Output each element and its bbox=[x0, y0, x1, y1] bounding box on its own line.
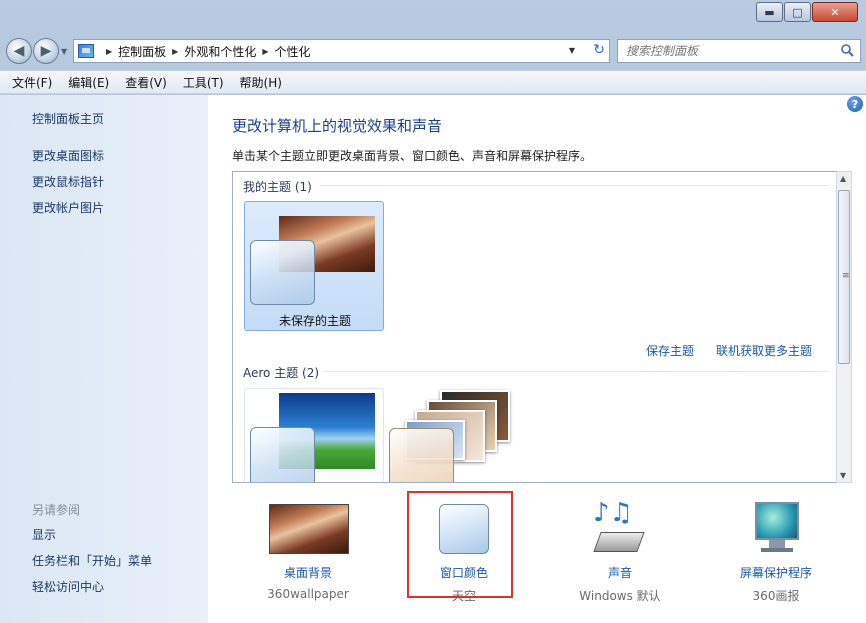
address-dropdown[interactable]: ▼ bbox=[569, 46, 575, 55]
desktop-background-label: 桌面背景 bbox=[283, 566, 332, 580]
see-also-taskbar[interactable]: 任务栏和「开始」菜单 bbox=[32, 552, 152, 569]
theme-color-swatch bbox=[250, 240, 315, 305]
page-description: 单击某个主题立即更改桌面背景、窗口颜色、声音和屏幕保护程序。 bbox=[232, 149, 593, 163]
sound-label: 声音 bbox=[607, 566, 632, 580]
see-also-ease-of-access[interactable]: 轻松访问中心 bbox=[32, 578, 104, 595]
help-icon[interactable]: ? bbox=[847, 96, 863, 112]
my-themes-heading: 我的主题 (1) bbox=[243, 180, 312, 194]
search-icon[interactable] bbox=[841, 44, 854, 57]
forward-button[interactable]: ▶ bbox=[33, 38, 59, 64]
search-input[interactable] bbox=[626, 44, 826, 58]
breadcrumb-control-panel[interactable]: 控制面板 bbox=[118, 43, 166, 60]
screensaver-icon bbox=[735, 502, 817, 556]
scroll-up-arrow-icon[interactable]: ▲ bbox=[840, 174, 846, 183]
maximize-button[interactable]: □ bbox=[784, 2, 811, 22]
address-bar[interactable]: ▶ 控制面板 ▶ 外观和个性化 ▶ 个性化 ▼ ↻ bbox=[73, 39, 610, 63]
sidebar: 控制面板主页 更改桌面图标 更改鼠标指针 更改帐户图片 另请参阅 显示 任务栏和… bbox=[0, 95, 208, 623]
minimize-button[interactable]: ▬ bbox=[756, 2, 783, 22]
control-panel-icon bbox=[78, 44, 94, 58]
scroll-grip-icon: ≡ bbox=[842, 271, 850, 281]
highlight-box bbox=[407, 491, 513, 598]
desktop-background-setting[interactable]: 桌面背景 360wallpaper bbox=[248, 502, 368, 601]
address-row: ◀ ▶ ▼ ▶ 控制面板 ▶ 外观和个性化 ▶ 个性化 ▼ ↻ bbox=[0, 34, 866, 66]
screensaver-label: 屏幕保护程序 bbox=[739, 566, 812, 580]
theme-tile-label: 未保存的主题 bbox=[278, 314, 351, 328]
sound-icon: ♪♫ bbox=[579, 498, 661, 556]
breadcrumb-appearance[interactable]: 外观和个性化 bbox=[184, 43, 256, 60]
back-button[interactable]: ◀ bbox=[6, 38, 32, 64]
divider bbox=[321, 185, 829, 186]
theme-list-scrollbar[interactable]: ▲ ≡ ▼ bbox=[836, 171, 852, 483]
see-also-display[interactable]: 显示 bbox=[32, 526, 56, 543]
save-theme-link[interactable]: 保存主题 bbox=[646, 342, 694, 359]
menu-file[interactable]: 文件(F) bbox=[4, 74, 60, 91]
theme-tile-aero-1[interactable] bbox=[244, 388, 384, 482]
theme-color-swatch bbox=[250, 427, 315, 482]
refresh-icon[interactable]: ↻ bbox=[593, 42, 605, 58]
page-title: 更改计算机上的视觉效果和声音 bbox=[232, 117, 443, 135]
menu-bar: 文件(F) 编辑(E) 查看(V) 工具(T) 帮助(H) bbox=[0, 70, 866, 94]
divider bbox=[323, 371, 829, 372]
theme-list: 我的主题 (1) 未保存的主题 保存主题 联机获取更多主题 Aero 主题 (2… bbox=[232, 171, 840, 483]
title-bar: ▬ □ ✕ bbox=[0, 0, 866, 32]
screensaver-setting[interactable]: 屏幕保护程序 360画报 bbox=[716, 502, 836, 604]
back-arrow-icon: ◀ bbox=[13, 43, 25, 59]
content-area: 控制面板主页 更改桌面图标 更改鼠标指针 更改帐户图片 另请参阅 显示 任务栏和… bbox=[0, 95, 866, 623]
forward-arrow-icon: ▶ bbox=[40, 43, 52, 59]
menu-view[interactable]: 查看(V) bbox=[117, 74, 175, 91]
scroll-down-arrow-icon[interactable]: ▼ bbox=[840, 471, 846, 480]
desktop-background-icon bbox=[267, 502, 349, 556]
menu-edit[interactable]: 编辑(E) bbox=[60, 74, 117, 91]
sidebar-change-desktop-icons[interactable]: 更改桌面图标 bbox=[32, 147, 104, 164]
sidebar-change-account-picture[interactable]: 更改帐户图片 bbox=[32, 199, 104, 216]
breadcrumb-separator[interactable]: ▶ bbox=[262, 47, 268, 56]
screensaver-value: 360画报 bbox=[752, 589, 800, 603]
menu-tools[interactable]: 工具(T) bbox=[175, 74, 232, 91]
sidebar-control-panel-home[interactable]: 控制面板主页 bbox=[32, 110, 104, 127]
caption-buttons: ▬ □ ✕ bbox=[755, 2, 858, 22]
theme-tile-unsaved[interactable]: 未保存的主题 bbox=[244, 201, 384, 331]
theme-tile-aero-2[interactable] bbox=[385, 388, 525, 482]
breadcrumb-separator[interactable]: ▶ bbox=[106, 47, 112, 56]
see-also-heading: 另请参阅 bbox=[32, 503, 81, 517]
sound-setting[interactable]: ♪♫ 声音 Windows 默认 bbox=[560, 498, 680, 604]
get-more-themes-link[interactable]: 联机获取更多主题 bbox=[716, 342, 812, 359]
theme-color-swatch bbox=[389, 428, 454, 482]
recent-pages-dropdown[interactable]: ▼ bbox=[61, 47, 67, 56]
menu-help[interactable]: 帮助(H) bbox=[232, 74, 290, 91]
close-button[interactable]: ✕ bbox=[812, 2, 858, 22]
breadcrumb-separator[interactable]: ▶ bbox=[172, 47, 178, 56]
aero-themes-heading: Aero 主题 (2) bbox=[243, 366, 320, 380]
breadcrumb-personalization[interactable]: 个性化 bbox=[275, 43, 311, 60]
search-box[interactable] bbox=[617, 39, 861, 63]
desktop-background-value: 360wallpaper bbox=[267, 587, 349, 601]
sidebar-change-mouse-pointers[interactable]: 更改鼠标指针 bbox=[32, 173, 104, 190]
sound-value: Windows 默认 bbox=[579, 589, 661, 603]
scroll-thumb[interactable]: ≡ bbox=[838, 190, 850, 364]
window: ▬ □ ✕ ◀ ▶ ▼ ▶ 控制面板 ▶ 外观和个性化 ▶ 个性化 ▼ ↻ 搜索… bbox=[0, 0, 866, 623]
